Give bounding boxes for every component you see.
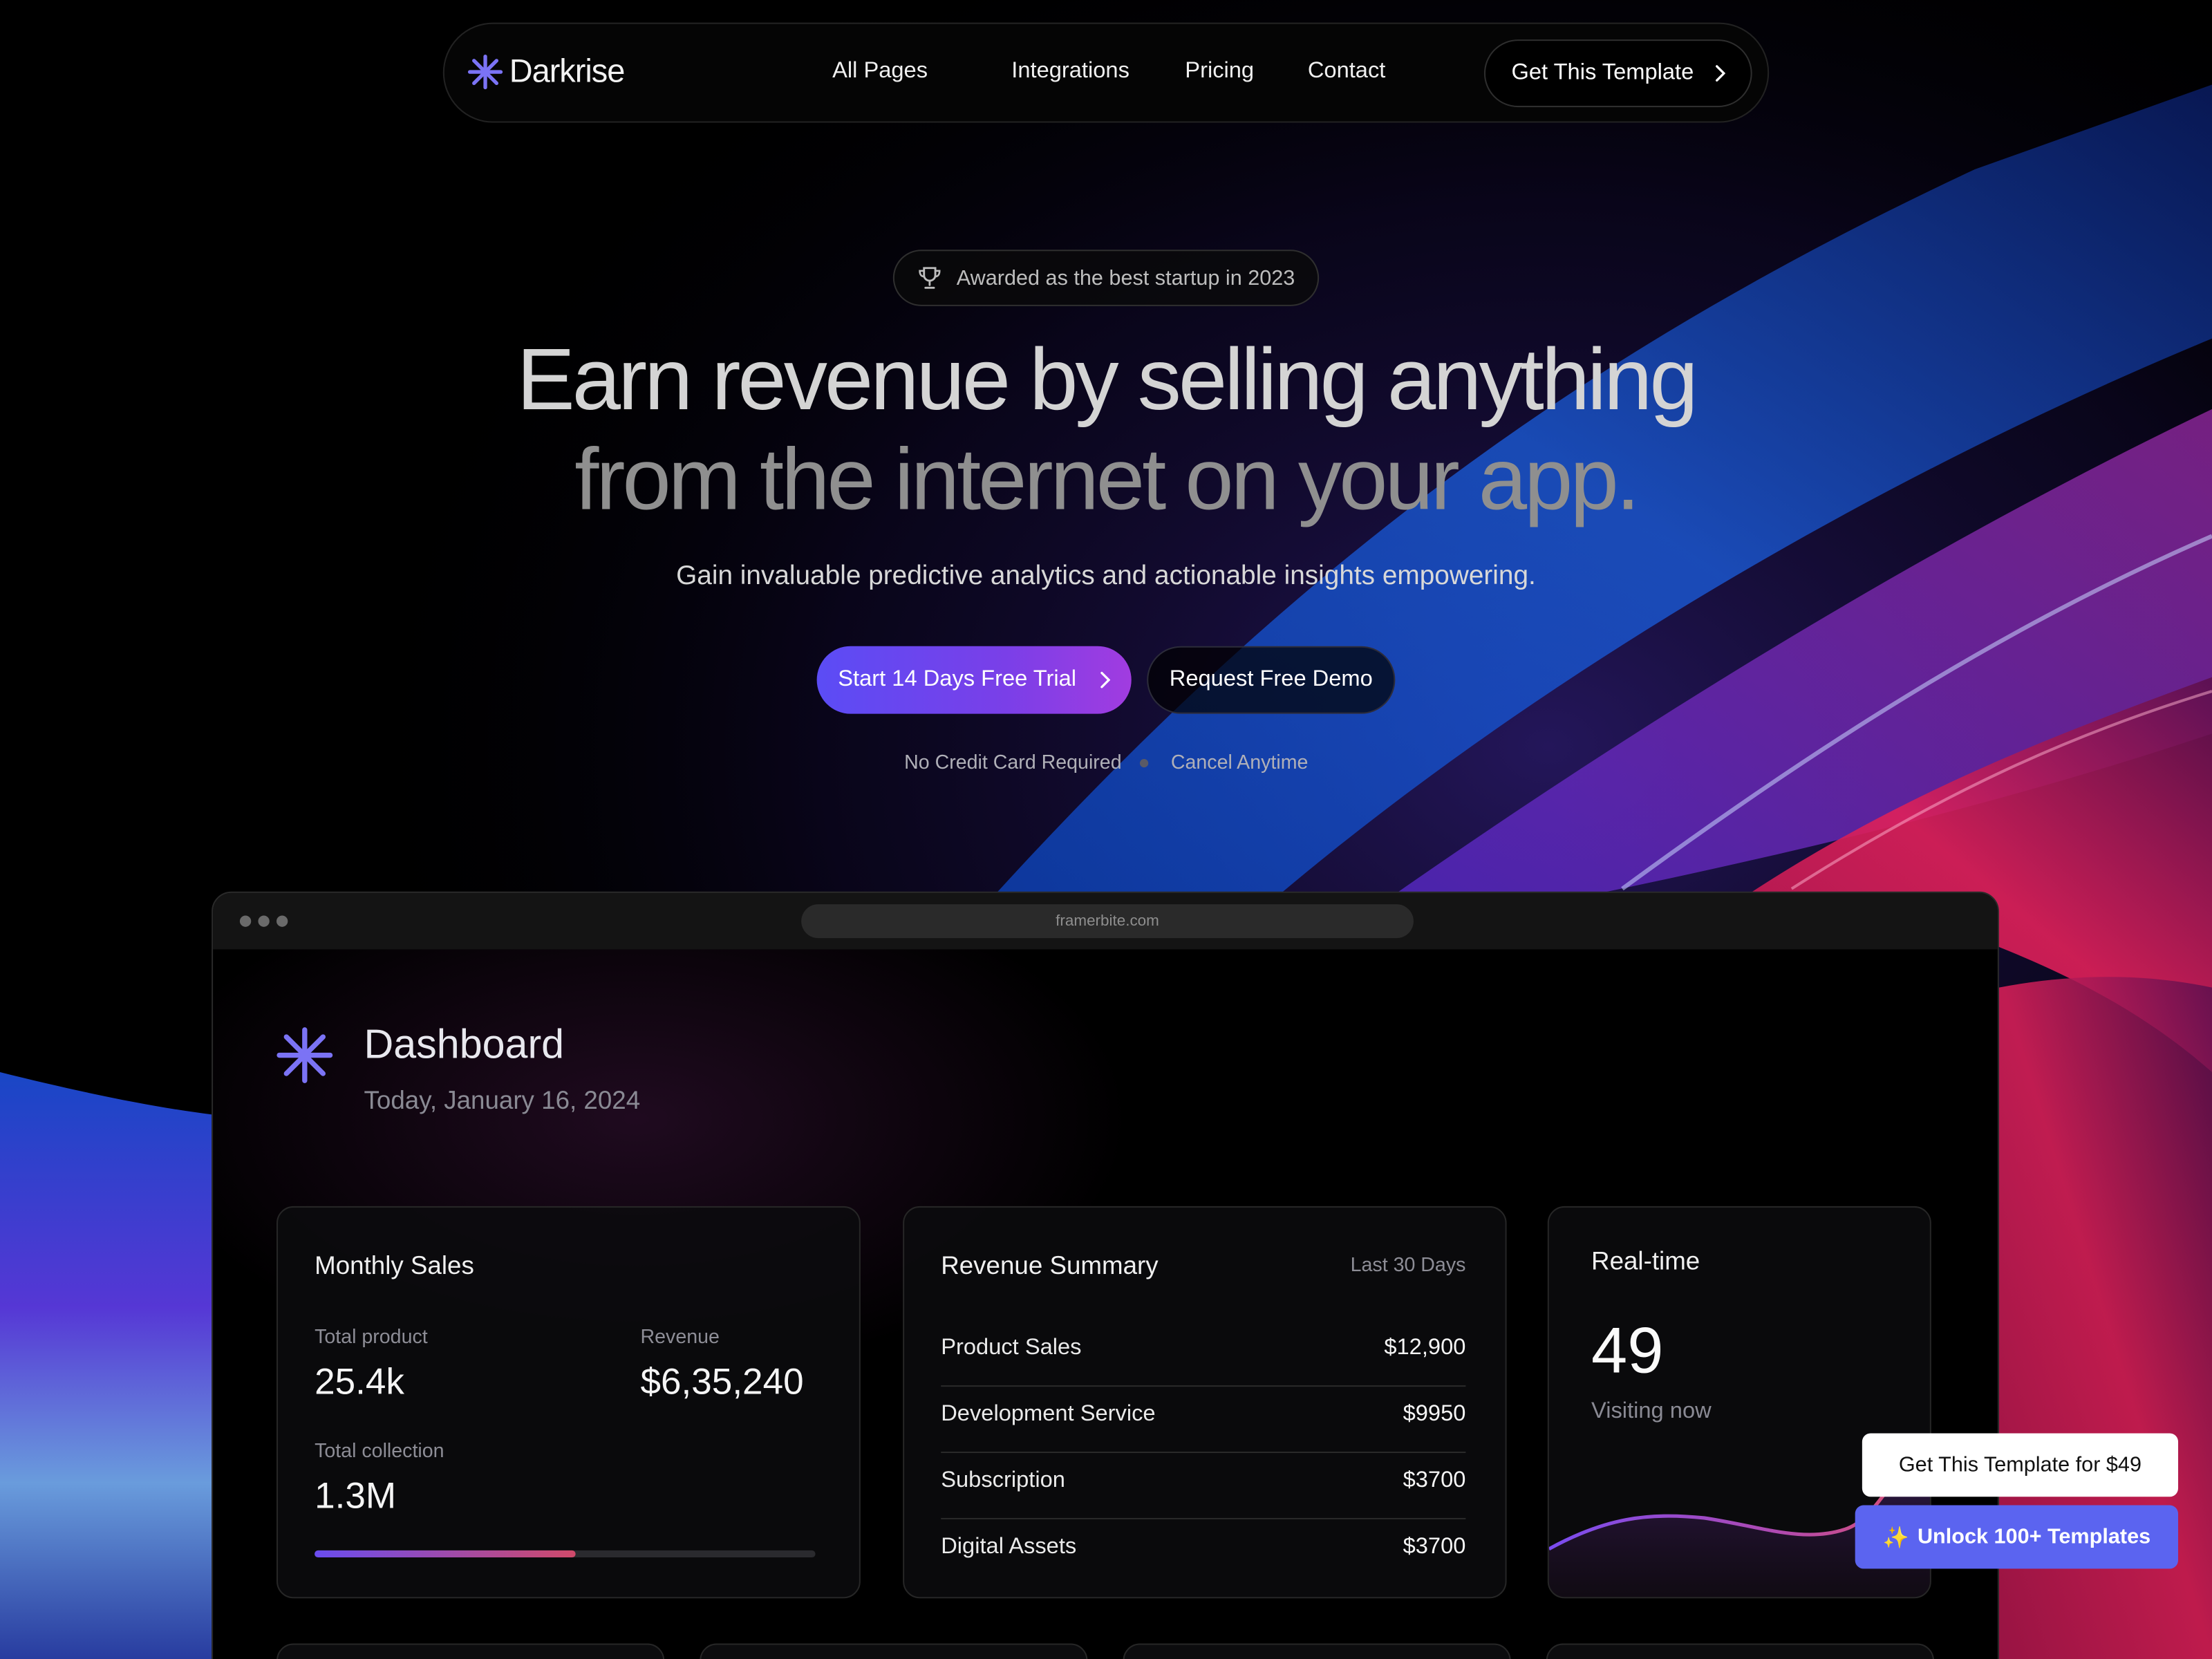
revenue-row: Subscription $3700 — [941, 1453, 1466, 1519]
monthly-sales-card: Monthly Sales Total product 25.4k Revenu… — [276, 1206, 861, 1599]
asterisk-logo-icon — [467, 53, 503, 89]
top-nav: Darkrise All Pages Integrations Pricing … — [442, 22, 1770, 123]
revenue-period[interactable]: Last 30 Days — [1351, 1253, 1466, 1275]
asterisk-dashboard-icon — [276, 1027, 333, 1083]
monthly-sales-title: Monthly Sales — [315, 1251, 474, 1280]
request-demo-label: Request Free Demo — [1169, 667, 1373, 691]
revenue-row-amount: $3700 — [1403, 1535, 1466, 1559]
dashboard-date: Today, January 16, 2024 — [364, 1086, 641, 1115]
separator-dot — [1139, 758, 1149, 768]
get-template-label: Get This Template — [1511, 60, 1694, 85]
revenue-row: Digital Assets $3700 — [941, 1519, 1465, 1586]
note-no-credit-card: No Credit Card Required — [904, 750, 1122, 774]
start-trial-button[interactable]: Start 14 Days Free Trial — [816, 646, 1132, 714]
stat-card — [276, 1643, 665, 1659]
window-dot — [239, 915, 252, 927]
revenue-row-amount: $9950 — [1403, 1402, 1466, 1427]
trophy-icon — [919, 267, 941, 289]
get-template-button[interactable]: Get This Template — [1483, 39, 1752, 108]
window-dot — [258, 915, 270, 927]
revenue-row-name: Product Sales — [941, 1335, 1082, 1360]
realtime-value: 49 — [1591, 1313, 1664, 1387]
logo[interactable]: Darkrise — [467, 53, 625, 91]
revenue-row-name: Digital Assets — [941, 1535, 1077, 1559]
total-product-label: Total product — [315, 1324, 428, 1347]
buy-template-button[interactable]: Get This Template for $49 — [1862, 1433, 2179, 1497]
request-demo-button[interactable]: Request Free Demo — [1147, 646, 1396, 714]
revenue-summary-card: Revenue Summary Last 30 Days Product Sal… — [903, 1206, 1507, 1599]
note-cancel-anytime: Cancel Anytime — [1170, 750, 1309, 774]
nav-link-all-pages[interactable]: All Pages — [832, 59, 928, 85]
revenue-row-name: Subscription — [941, 1468, 1065, 1493]
award-badge: Awarded as the best startup in 2023 — [892, 250, 1320, 306]
stat-card — [1546, 1643, 1934, 1659]
unlock-templates-button[interactable]: ✨ Unlock 100+ Templates — [1855, 1505, 2179, 1569]
sparkles-icon: ✨ — [1882, 1526, 1909, 1550]
total-product-value: 25.4k — [315, 1360, 404, 1403]
award-text: Awarded as the best startup in 2023 — [956, 265, 1295, 290]
revenue-summary-title: Revenue Summary — [941, 1251, 1159, 1280]
revenue-row: Development Service $9950 — [941, 1387, 1466, 1454]
revenue-row-amount: $12,900 — [1384, 1335, 1466, 1360]
url-bar: framerbite.com — [801, 904, 1414, 939]
nav-link-integrations[interactable]: Integrations — [1011, 59, 1130, 85]
unlock-templates-label: Unlock 100+ Templates — [1917, 1525, 2151, 1549]
stat-card — [1123, 1643, 1511, 1659]
revenue-row-amount: $3700 — [1403, 1468, 1466, 1493]
browser-mockup: framerbite.com Dashboard Today, January … — [212, 891, 1999, 1659]
revenue-label: Revenue — [640, 1324, 720, 1347]
collection-progress-fill — [315, 1550, 575, 1558]
total-collection-value: 1.3M — [315, 1474, 397, 1517]
hero-headline-line1: Earn revenue by selling anything — [516, 331, 1698, 429]
realtime-title: Real-time — [1591, 1247, 1700, 1275]
dashboard-preview: Dashboard Today, January 16, 2024 Monthl… — [213, 949, 1998, 1659]
collection-progress-bar — [315, 1550, 816, 1558]
hero-headline-line2: from the internet on your app. — [574, 431, 1640, 529]
nav-link-pricing[interactable]: Pricing — [1185, 59, 1254, 85]
logo-text: Darkrise — [509, 52, 626, 89]
window-dot — [276, 915, 288, 927]
browser-bar: framerbite.com — [213, 892, 1998, 950]
total-collection-label: Total collection — [315, 1438, 444, 1462]
start-trial-label: Start 14 Days Free Trial — [838, 667, 1077, 691]
chevron-right-icon — [1100, 671, 1111, 688]
hero-subheadline: Gain invaluable predictive analytics and… — [676, 561, 1536, 592]
stat-card — [700, 1643, 1088, 1659]
chevron-right-icon — [1715, 65, 1725, 82]
revenue-value: $6,35,240 — [640, 1360, 804, 1403]
revenue-row: Product Sales $12,900 — [941, 1320, 1466, 1387]
nav-link-contact[interactable]: Contact — [1308, 59, 1386, 85]
dashboard-title: Dashboard — [364, 1022, 565, 1068]
revenue-row-name: Development Service — [941, 1402, 1156, 1427]
